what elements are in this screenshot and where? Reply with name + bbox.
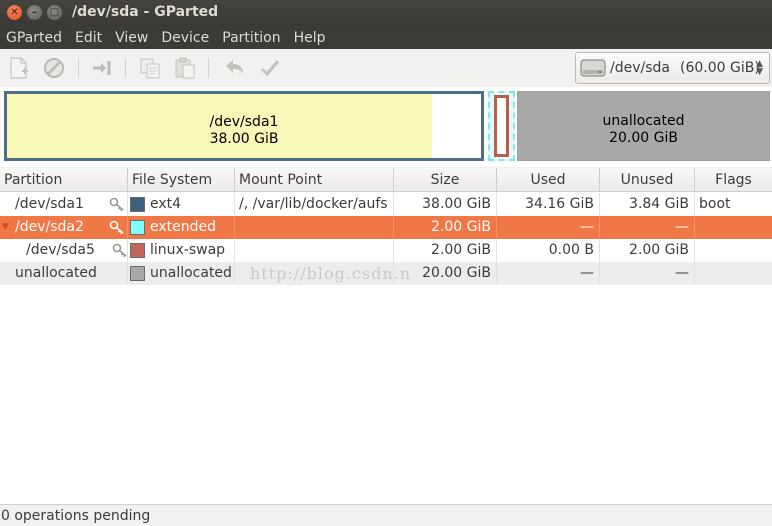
column-header-partition[interactable]: Partition	[0, 168, 128, 192]
used-cell: 0.00 B	[497, 239, 600, 262]
menu-help[interactable]: Help	[288, 30, 333, 46]
used-cell: —	[497, 216, 600, 239]
table-row[interactable]: /dev/sda5 linux-swap 2.00 GiB 0.00 B 2.0…	[0, 239, 772, 262]
menu-gparted[interactable]: GParted	[0, 30, 69, 46]
column-header-unused[interactable]: Unused	[600, 168, 695, 192]
delete-icon	[44, 58, 64, 78]
copy-icon	[140, 58, 160, 79]
flags-cell	[695, 239, 772, 262]
filesystem-cell: ext4	[128, 193, 235, 216]
table-row-selected[interactable]: ▼ /dev/sda2 extended 2.00 GiB — —	[0, 216, 772, 239]
filesystem-color-swatch	[130, 197, 145, 212]
filesystem-cell: extended	[128, 216, 235, 239]
title-bar: ✕ – □ /dev/sda - GParted	[0, 0, 772, 26]
menu-view[interactable]: View	[109, 30, 155, 46]
partition-block-sda5[interactable]	[494, 95, 509, 157]
flags-cell	[695, 216, 772, 239]
partition-block-name: /dev/sda1	[209, 114, 279, 130]
paste-button[interactable]	[172, 55, 198, 81]
used-cell: —	[497, 262, 600, 285]
spinner-arrows-icon: ▲ ▼	[756, 59, 763, 77]
filesystem-name: extended	[150, 219, 217, 235]
menu-partition[interactable]: Partition	[216, 30, 287, 46]
filesystem-name: linux-swap	[150, 242, 226, 258]
partition-block-name: unallocated	[602, 113, 685, 129]
key-icon	[109, 197, 124, 211]
partition-cell: unallocated	[0, 262, 128, 285]
mount-point-cell: /, /var/lib/docker/aufs	[235, 193, 394, 216]
mount-point-cell	[235, 216, 394, 239]
filesystem-color-swatch	[130, 266, 145, 281]
unused-cell: 2.00 GiB	[600, 239, 695, 262]
device-name: /dev/sda	[610, 60, 670, 76]
key-icon	[112, 243, 127, 257]
flags-cell: boot	[699, 196, 731, 212]
paste-icon	[175, 57, 195, 79]
table-row[interactable]: unallocated unallocated 20.00 GiB — —	[0, 262, 772, 285]
toolbar-separator	[78, 58, 79, 78]
undo-button[interactable]	[221, 55, 247, 81]
menu-bar: GParted Edit View Device Partition Help	[0, 26, 772, 49]
size-cell: 20.00 GiB	[394, 262, 497, 285]
new-partition-button[interactable]	[6, 55, 32, 81]
column-header-mount-point[interactable]: Mount Point	[235, 168, 394, 192]
apply-icon	[260, 60, 280, 77]
filesystem-color-swatch	[130, 243, 145, 258]
maximize-window-button[interactable]: □	[47, 5, 62, 20]
close-window-button[interactable]: ✕	[7, 5, 22, 20]
menu-edit[interactable]: Edit	[69, 30, 109, 46]
hard-disk-icon	[580, 59, 606, 77]
partition-block-label: unallocated 20.00 GiB	[518, 113, 769, 147]
partition-block-extended[interactable]	[488, 91, 515, 161]
resize-move-button[interactable]	[89, 55, 115, 81]
new-partition-icon	[10, 57, 28, 79]
size-cell: 38.00 GiB	[394, 193, 497, 216]
filesystem-cell: linux-swap	[128, 239, 235, 262]
minimize-window-button[interactable]: –	[27, 5, 42, 20]
column-header-flags[interactable]: Flags	[695, 168, 772, 192]
filesystem-cell: unallocated	[128, 262, 235, 285]
unused-cell: 3.84 GiB	[600, 193, 695, 216]
filesystem-name: ext4	[150, 196, 182, 212]
menu-device[interactable]: Device	[155, 30, 216, 46]
toolbar-separator	[125, 58, 126, 78]
unused-cell: —	[600, 216, 695, 239]
flags-cell	[695, 262, 772, 285]
column-header-size[interactable]: Size	[394, 168, 497, 192]
mount-point-cell	[235, 239, 394, 262]
status-text: 0 operations pending	[1, 508, 151, 524]
partition-block-label: /dev/sda1 38.00 GiB	[7, 114, 481, 148]
partition-block-sda1[interactable]: /dev/sda1 38.00 GiB	[4, 91, 484, 161]
filesystem-name: unallocated	[150, 265, 232, 281]
unused-cell: —	[600, 262, 695, 285]
resize-move-icon	[93, 61, 111, 75]
apply-button[interactable]	[257, 55, 283, 81]
window-title: /dev/sda - GParted	[72, 4, 219, 20]
partition-table: Partition File System Mount Point Size U…	[0, 168, 772, 504]
partition-block-size: 38.00 GiB	[209, 131, 279, 147]
table-row[interactable]: /dev/sda1 ext4 /, /var/lib/docker/aufs 3…	[0, 193, 772, 216]
undo-icon	[226, 60, 243, 74]
toolbar-separator	[208, 58, 209, 78]
size-cell: 2.00 GiB	[394, 216, 497, 239]
column-header-used[interactable]: Used	[497, 168, 600, 192]
filesystem-color-swatch	[130, 220, 145, 235]
delete-partition-button[interactable]	[41, 55, 67, 81]
size-cell: 2.00 GiB	[394, 239, 497, 262]
partition-cell: /dev/sda5	[0, 239, 128, 262]
used-cell: 34.16 GiB	[497, 193, 600, 216]
device-size: (60.00 GiB)	[679, 60, 760, 76]
status-bar: 0 operations pending	[0, 504, 772, 526]
partition-block-unallocated[interactable]: unallocated 20.00 GiB	[517, 91, 770, 161]
partition-map: /dev/sda1 38.00 GiB unallocated 20.00 Gi…	[0, 87, 772, 167]
column-header-filesystem[interactable]: File System	[128, 168, 235, 192]
table-header: Partition File System Mount Point Size U…	[0, 168, 772, 192]
copy-button[interactable]	[137, 55, 163, 81]
mount-point-cell	[235, 262, 394, 285]
key-icon	[109, 220, 124, 234]
partition-block-size: 20.00 GiB	[609, 130, 678, 146]
device-selector[interactable]: /dev/sda (60.00 GiB) ▲ ▼	[575, 52, 770, 84]
